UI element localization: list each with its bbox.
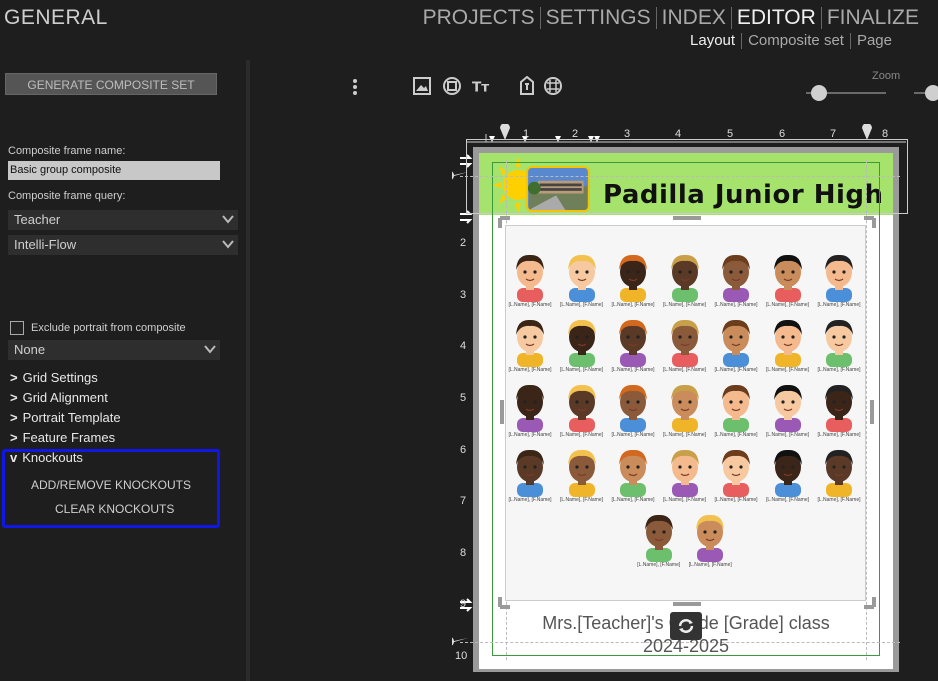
ruler-tick: 8 [460,547,467,559]
exclude-portrait-checkbox[interactable] [10,321,24,335]
expand-marker: > [10,430,18,445]
panel-divider[interactable] [246,60,250,681]
tab-page[interactable]: Page [851,32,898,49]
generate-composite-set-button[interactable]: GENERATE COMPOSITE SET [5,73,217,95]
query-select-intelliflow[interactable]: Intelli-Flow [8,235,238,255]
zoom-slider-handle[interactable] [811,85,827,101]
ruler-tick: 9 [460,598,467,610]
nav-settings[interactable]: SETTINGS [541,6,656,30]
ruler-tick: 7 [460,495,467,507]
frame-name-input[interactable] [8,161,220,180]
query-select-intelliflow-value: Intelli-Flow [14,237,77,252]
zoom-slider-handle-2[interactable] [925,85,938,101]
more-options-icon[interactable] [352,78,358,96]
nav-editor[interactable]: EDITOR [732,6,821,30]
section-label: Knockouts [22,450,83,465]
query-select-teacher[interactable]: Teacher [8,210,238,230]
query-select-teacher-value: Teacher [14,212,61,227]
ruler-tick: 5 [460,392,467,404]
expand-marker: > [10,370,18,385]
nav-index[interactable]: INDEX [657,6,731,30]
expand-marker: > [10,390,18,405]
ruler-tick: 2 [460,237,467,249]
nav-finalize[interactable]: FINALIZE [822,6,924,30]
chevron-down-icon [204,345,216,354]
chevron-down-icon [222,240,234,249]
section-label: Grid Settings [22,370,98,385]
section-knockouts[interactable]: v Knockouts [10,450,83,465]
frame-name-label: Composite frame name: [8,145,126,157]
exclude-select[interactable]: None [8,340,220,360]
app-brand: GENERAL [4,6,108,29]
text-icon[interactable]: Tт [472,76,492,96]
svg-text:Tт: Tт [472,79,489,95]
section-portrait-template[interactable]: > Portrait Template [10,410,121,425]
section-label: Feature Frames [22,430,116,445]
main-nav: PROJECTS SETTINGS INDEX EDITOR FINALIZE [418,6,924,30]
section-label: Portrait Template [22,410,121,425]
image-icon[interactable] [412,76,432,96]
nav-projects[interactable]: PROJECTS [418,6,540,30]
exclude-portrait-label: Exclude portrait from composite [31,322,186,334]
clear-knockouts-button[interactable]: CLEAR KNOCKOUTS [55,502,174,516]
sub-nav: Layout Composite set Page [684,32,898,49]
frame-query-label: Composite frame query: [8,190,126,202]
ruler-tick: 6 [460,444,467,456]
section-grid-settings[interactable]: > Grid Settings [10,370,98,385]
rotate-button[interactable] [670,612,702,640]
ruler-tick: 10 [455,650,468,662]
section-grid-alignment[interactable]: > Grid Alignment [10,390,108,405]
ruler-tick: 4 [460,340,467,352]
expand-marker: > [10,410,18,425]
chevron-down-icon [222,215,234,224]
rotate-icon [678,619,694,633]
section-feature-frames[interactable]: > Feature Frames [10,430,115,445]
shape-icon[interactable] [442,76,462,96]
grid-icon[interactable] [543,76,563,96]
ruler-tick: 3 [460,289,467,301]
guide-line [460,176,900,177]
add-remove-knockouts-button[interactable]: ADD/REMOVE KNOCKOUTS [31,478,191,492]
tab-layout[interactable]: Layout [684,32,741,49]
zoom-label: Zoom [872,70,901,82]
exclude-select-value: None [14,342,46,357]
tag-icon[interactable] [517,76,537,96]
section-label: Grid Alignment [22,390,108,405]
grid-resize-handles[interactable] [497,215,877,610]
collapse-marker: v [10,450,18,465]
tab-composite-set[interactable]: Composite set [742,32,850,49]
